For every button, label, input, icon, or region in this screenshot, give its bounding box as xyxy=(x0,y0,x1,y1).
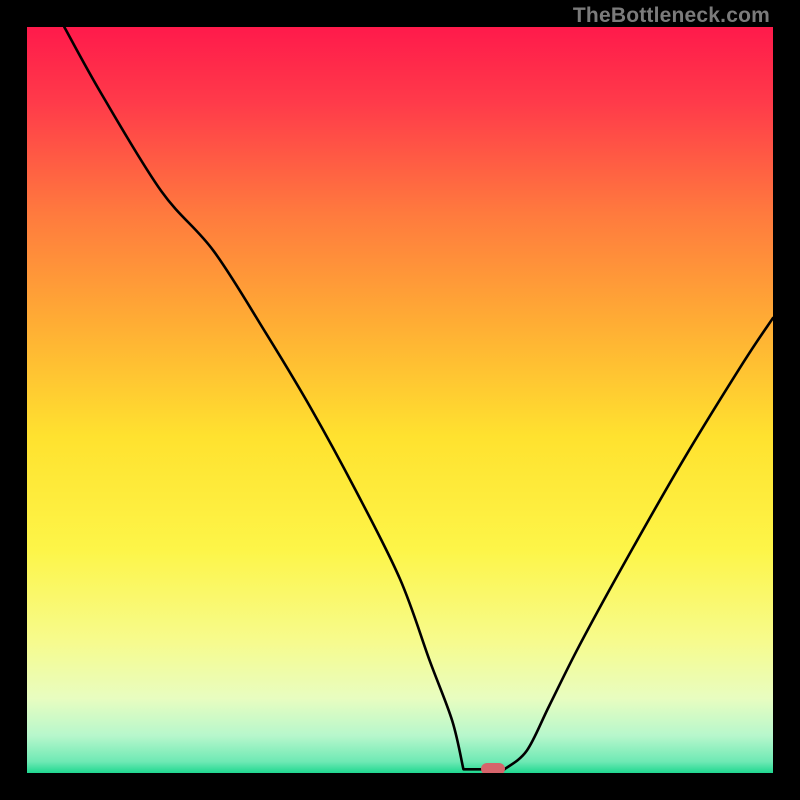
bottleneck-marker xyxy=(481,763,505,773)
bottleneck-curve xyxy=(27,27,773,773)
watermark-text: TheBottleneck.com xyxy=(573,4,770,28)
chart-container: TheBottleneck.com xyxy=(0,0,800,800)
plot-area xyxy=(27,27,773,773)
